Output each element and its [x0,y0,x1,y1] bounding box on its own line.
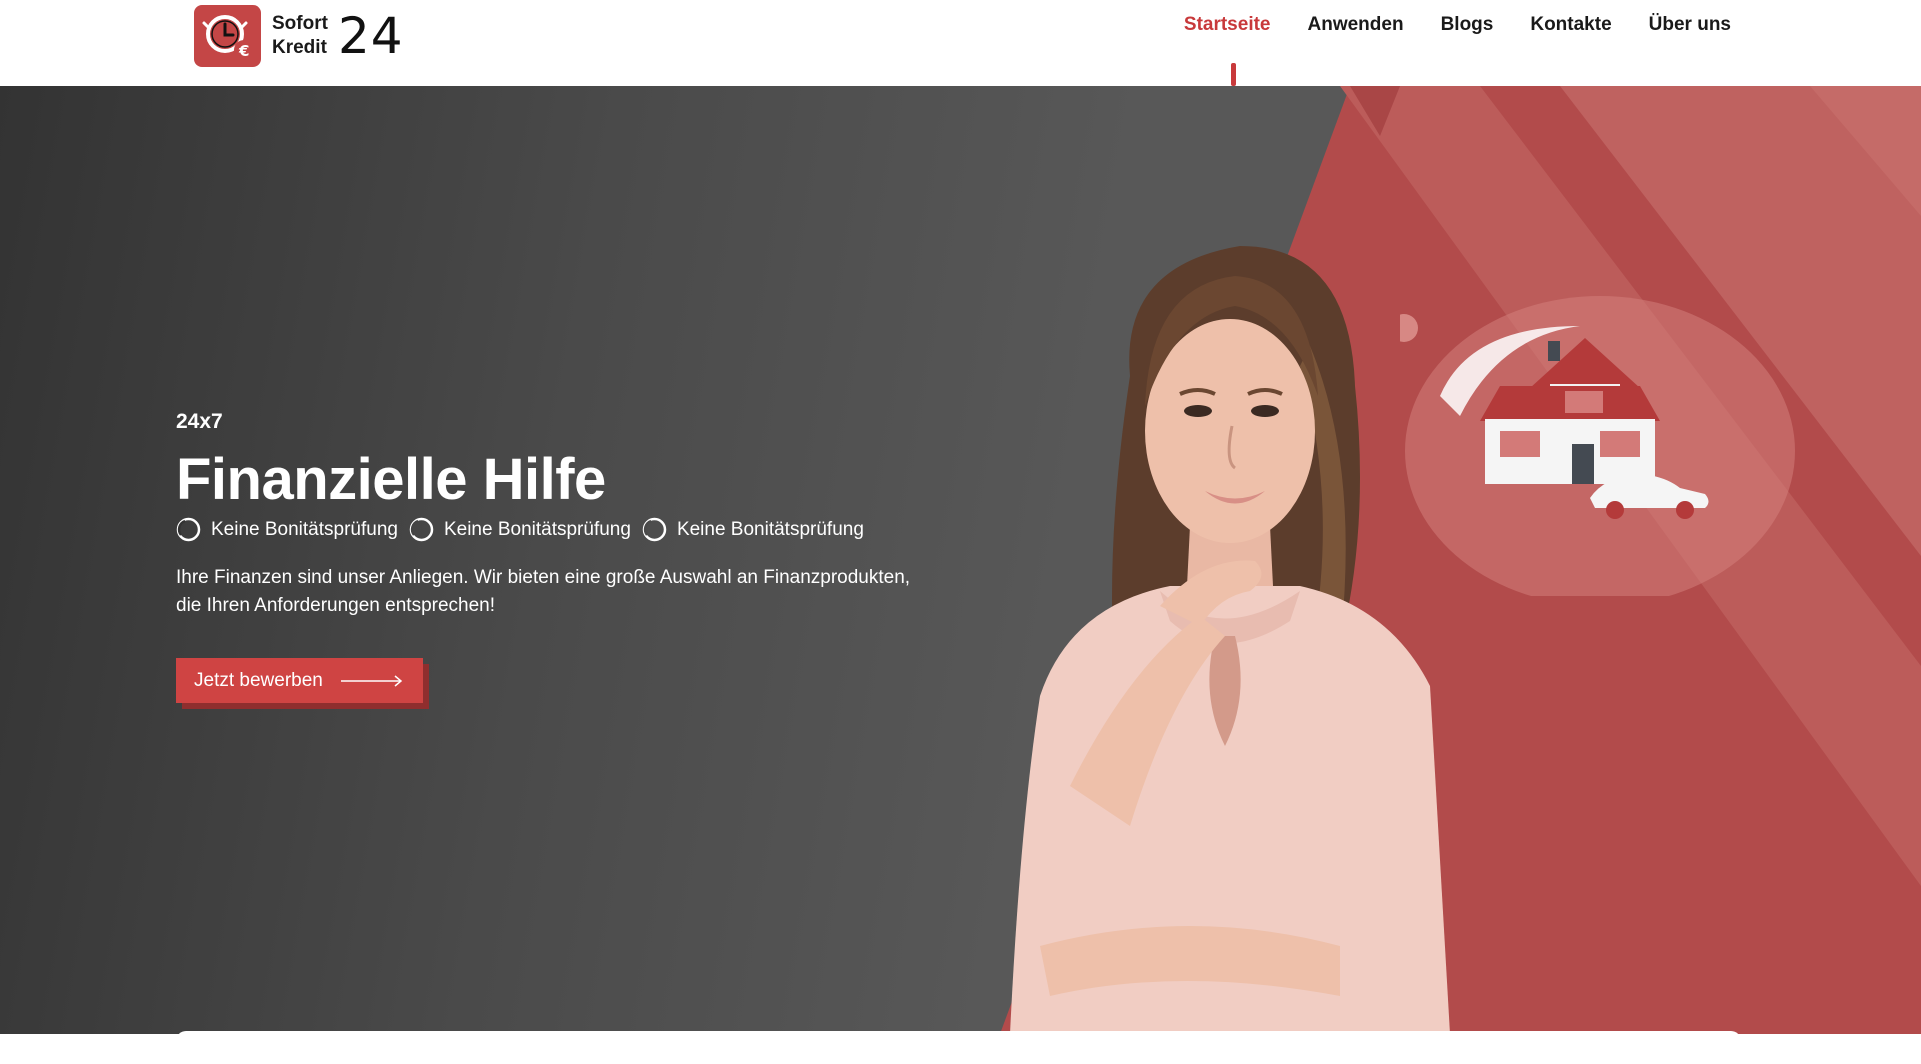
feature-item: Keine Bonitätsprüfung [176,517,398,542]
nav-item-anwenden[interactable]: Anwenden [1308,14,1404,36]
content-card [176,1031,1741,1064]
hero-title: Finanzielle Hilfe [176,447,606,512]
logo-word-sofort: Sofort [272,13,328,34]
logo-word-kredit: Kredit [272,37,327,58]
nav-item-ueber-uns[interactable]: Über uns [1649,14,1731,36]
svg-text:€: € [238,42,249,60]
nav-item-blogs[interactable]: Blogs [1441,14,1494,36]
feature-item: Keine Bonitätsprüfung [409,517,631,542]
feature-label: Keine Bonitätsprüfung [211,518,398,540]
hero-content: 24x7 Finanzielle Hilfe Keine Bonitätsprü… [176,410,936,703]
hero-description: Ihre Finanzen sind unser Anliegen. Wir b… [176,567,911,616]
feature-item: Keine Bonitätsprüfung [642,517,864,542]
arrow-right-icon [340,674,403,687]
feature-list: Keine Bonitätsprüfung Keine Bonitätsprüf… [176,517,936,542]
nav-item-startseite[interactable]: Startseite [1184,14,1271,36]
site-header: € Sofort Kredit 24 Startseite Anwenden B… [0,0,1921,86]
hero-eyebrow: 24x7 [176,410,223,433]
apply-now-label: Jetzt bewerben [194,669,323,691]
clock-euro-icon: € [194,5,261,67]
apply-now-button[interactable]: Jetzt bewerben [176,658,423,703]
house-bubble-illustration [1400,296,1795,596]
circle-check-icon [409,517,434,542]
feature-label: Keine Bonitätsprüfung [676,518,864,540]
logo-number: 24 [337,7,404,65]
nav-item-kontakte[interactable]: Kontakte [1530,14,1611,36]
feature-label: Keine Bonitätsprüfung [443,518,631,540]
active-nav-indicator [1231,63,1236,86]
circle-check-icon [642,517,667,542]
logo[interactable]: € Sofort Kredit 24 [194,5,404,67]
hero-section: 24x7 Finanzielle Hilfe Keine Bonitätsprü… [0,86,1921,1034]
circle-check-icon [176,517,201,542]
logo-wordmark: Sofort Kredit [272,12,328,60]
main-nav: Startseite Anwenden Blogs Kontakte Über … [1147,14,1731,36]
